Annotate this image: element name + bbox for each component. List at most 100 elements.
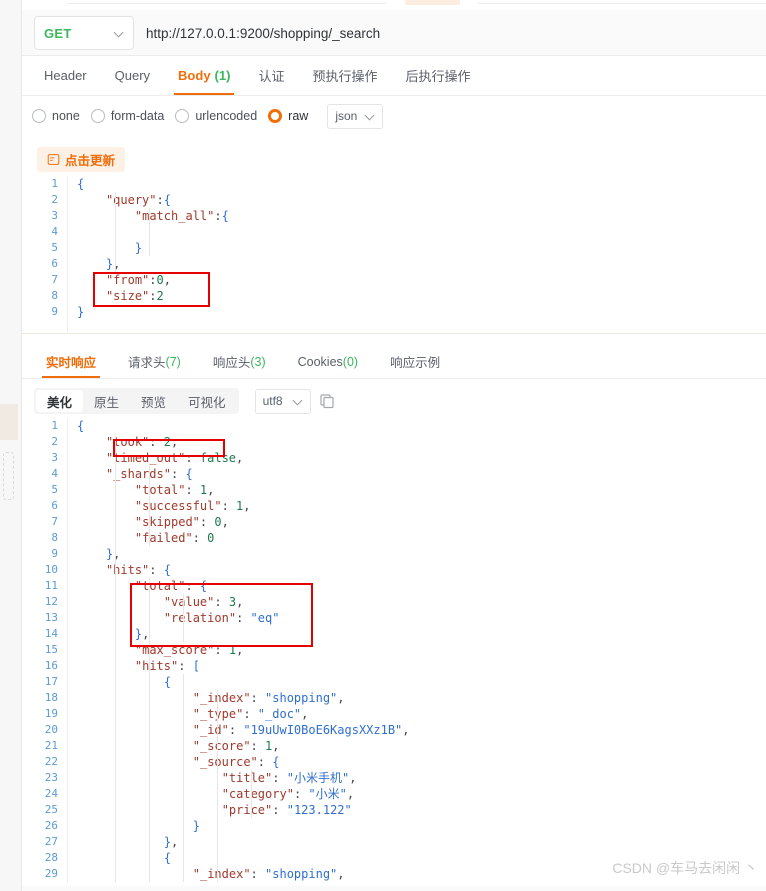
- code-line[interactable]: "size":2: [68, 288, 766, 304]
- code-line[interactable]: "match_all":{: [68, 208, 766, 224]
- response-tab-请求头[interactable]: 请求头 (7): [112, 345, 197, 378]
- code-line[interactable]: "timed_out": false,: [68, 450, 766, 466]
- chevron-down-icon: [294, 397, 303, 406]
- code-line[interactable]: "price": "123.122": [68, 802, 766, 818]
- request-tab-后执行操作[interactable]: 后执行操作: [391, 56, 484, 95]
- body-type-radio-raw[interactable]: raw: [268, 109, 312, 123]
- code-line[interactable]: "hits": {: [68, 562, 766, 578]
- request-tab-body[interactable]: Body (1): [164, 56, 244, 95]
- code-line[interactable]: },: [68, 256, 766, 272]
- code-line[interactable]: [68, 224, 766, 240]
- code-line[interactable]: "_id": "19uUwI0BoE6KagsXXz1B",: [68, 722, 766, 738]
- radio-icon: [32, 109, 46, 123]
- line-number: 9: [51, 305, 58, 318]
- code-line[interactable]: "successful": 1,: [68, 498, 766, 514]
- line-number: 24: [44, 787, 58, 800]
- response-code-area[interactable]: { "took": 2, "timed_out": false, "_shard…: [68, 418, 766, 883]
- rail-drag-handle[interactable]: [3, 452, 14, 500]
- chevron-down-icon: [115, 29, 124, 38]
- code-line[interactable]: "relation": "eq": [68, 610, 766, 626]
- view-mode-预览[interactable]: 预览: [130, 390, 177, 412]
- code-line[interactable]: "_shards": {: [68, 466, 766, 482]
- code-line[interactable]: },: [68, 546, 766, 562]
- request-tab-query[interactable]: Query: [101, 56, 164, 95]
- code-line[interactable]: "title": "小米手机",: [68, 770, 766, 786]
- body-type-radio-none[interactable]: none: [32, 109, 84, 123]
- code-line[interactable]: {: [68, 176, 766, 192]
- request-body-editor[interactable]: 1 2 3 4 5 6 7 8 9 { "query":{ "match_all":{ } },…: [22, 176, 766, 332]
- code-line[interactable]: "_source": {: [68, 754, 766, 770]
- encoding-select[interactable]: utf8: [254, 388, 311, 414]
- code-line[interactable]: {: [68, 418, 766, 434]
- body-type-label: form-data: [110, 109, 165, 123]
- code-line[interactable]: "failed": 0: [68, 530, 766, 546]
- body-type-radio-form-data[interactable]: form-data: [90, 109, 169, 123]
- http-method-select[interactable]: GET: [34, 16, 134, 50]
- response-tab-label: Cookies: [297, 354, 343, 369]
- response-tab-响应示例[interactable]: 响应示例: [374, 345, 456, 378]
- view-mode-可视化[interactable]: 可视化: [177, 390, 237, 412]
- request-tab-header[interactable]: Header: [30, 56, 101, 95]
- code-line[interactable]: "_type": "_doc",: [68, 706, 766, 722]
- update-button-label: 点击更新: [65, 154, 116, 168]
- response-body-editor[interactable]: 1 2 3 4 5 6 7 8 9 10 11 12 13 14 15 16 17 18 19 20 21 22 23 24 2…: [22, 418, 766, 883]
- code-line[interactable]: "category": "小米",: [68, 786, 766, 802]
- copy-icon[interactable]: [319, 393, 335, 409]
- code-line[interactable]: "took": 2,: [68, 434, 766, 450]
- request-tab-count: (1): [214, 68, 231, 83]
- line-number: 2: [51, 193, 58, 206]
- code-line[interactable]: "skipped": 0,: [68, 514, 766, 530]
- line-number: 16: [44, 659, 58, 672]
- code-line[interactable]: "max_score": 1,: [68, 642, 766, 658]
- request-tab-label: Header: [44, 68, 87, 83]
- request-url-input[interactable]: http://127.0.0.1:9200/shopping/_search: [146, 16, 756, 50]
- update-button[interactable]: 点击更新: [37, 147, 126, 172]
- response-tab-实时响应[interactable]: 实时响应: [30, 345, 112, 378]
- view-mode-美化[interactable]: 美化: [36, 390, 84, 412]
- line-number: 8: [51, 531, 58, 544]
- response-tab-label: 请求头: [128, 356, 166, 370]
- line-number: 5: [51, 483, 58, 496]
- response-tab-cookies[interactable]: Cookies (0): [282, 345, 374, 378]
- code-line[interactable]: },: [68, 834, 766, 850]
- code-line[interactable]: }: [68, 304, 766, 320]
- code-line[interactable]: "hits": [: [68, 658, 766, 674]
- request-tab-label: Body: [178, 68, 211, 83]
- body-type-radio-group: none form-data urlencoded raw json: [22, 96, 766, 136]
- code-line[interactable]: "total": {: [68, 578, 766, 594]
- request-gutter: 1 2 3 4 5 6 7 8 9: [22, 176, 68, 332]
- code-line[interactable]: },: [68, 626, 766, 642]
- raw-format-label: json: [335, 109, 358, 123]
- radio-icon: [175, 109, 190, 123]
- response-view-toolbar: 美化 原生 预览 可视化 utf8: [22, 384, 766, 418]
- code-line[interactable]: "_index": "shopping",: [68, 690, 766, 706]
- line-number: 26: [44, 819, 58, 832]
- code-line[interactable]: }: [68, 818, 766, 834]
- view-mode-原生[interactable]: 原生: [83, 390, 130, 412]
- code-line[interactable]: "total": 1,: [68, 482, 766, 498]
- code-line[interactable]: "query":{: [68, 192, 766, 208]
- line-number: 21: [44, 739, 58, 752]
- code-line[interactable]: "value": 3,: [68, 594, 766, 610]
- request-tab-预执行操作[interactable]: 预执行操作: [298, 56, 391, 95]
- line-number: 27: [44, 835, 58, 848]
- radio-icon: [90, 109, 105, 123]
- code-line[interactable]: "from":0,: [68, 272, 766, 288]
- line-number: 15: [44, 643, 58, 656]
- raw-format-select[interactable]: json: [327, 103, 384, 129]
- line-number: 14: [44, 627, 58, 640]
- line-number: 12: [44, 595, 58, 608]
- request-tab-认证[interactable]: 认证: [244, 56, 298, 95]
- code-line[interactable]: "_score": 1,: [68, 738, 766, 754]
- code-line[interactable]: }: [68, 240, 766, 256]
- body-type-radio-urlencoded[interactable]: urlencoded: [175, 109, 261, 123]
- response-tab-响应头[interactable]: 响应头 (3): [197, 345, 282, 378]
- line-number: 23: [44, 771, 58, 784]
- code-line[interactable]: {: [68, 674, 766, 690]
- watermark: CSDN @车马去闲闲 丶: [612, 860, 758, 876]
- line-number: 3: [51, 209, 58, 222]
- line-number: 6: [51, 499, 58, 512]
- http-method-label: GET: [44, 25, 72, 41]
- response-tab-label: 实时响应: [46, 356, 97, 370]
- request-code-area[interactable]: { "query":{ "match_all":{ } }, "from":0,…: [68, 176, 766, 332]
